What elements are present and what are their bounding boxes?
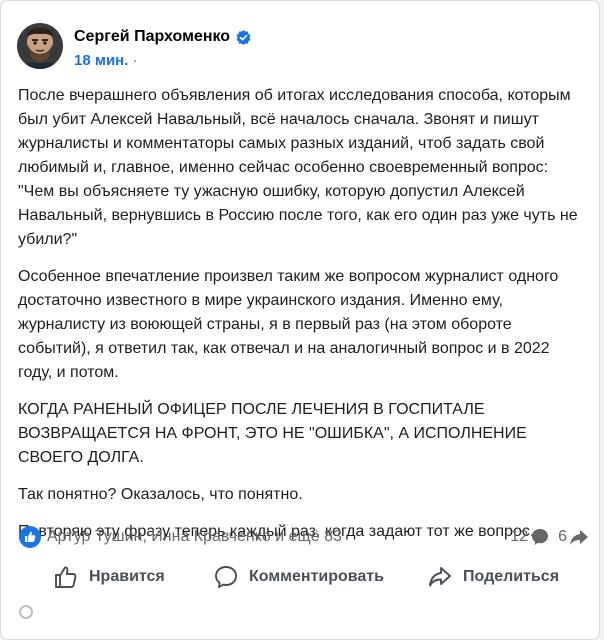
share-label: Поделиться bbox=[463, 568, 560, 585]
post-paragraph: КОГДА РАНЕНЫЙ ОФИЦЕР ПОСЛЕ ЛЕЧЕНИЯ В ГОС… bbox=[18, 401, 527, 466]
post-body: После вчерашнего объявления об итогах ис… bbox=[18, 84, 588, 557]
post-paragraph: Так понятно? Оказалось, что понятно. bbox=[18, 486, 303, 503]
post-paragraph: После вчерашнего объявления об итогах ис… bbox=[18, 87, 578, 248]
post-header: Сергей Пархоменко 18 мин. · bbox=[17, 23, 577, 73]
speech-bubble-icon bbox=[215, 566, 237, 588]
comments-count: 12 bbox=[510, 528, 529, 545]
shares-count-group[interactable]: 6 bbox=[558, 527, 589, 547]
reactions-bar: Артур Тушин, Инна Кравченко и ещё 83 12 … bbox=[19, 524, 589, 550]
meta-separator: · bbox=[132, 52, 138, 69]
comment-label: Комментировать bbox=[249, 568, 384, 585]
like-label: Нравится bbox=[89, 568, 165, 585]
comment-bubble-icon bbox=[532, 529, 549, 545]
comments-count-group[interactable]: 12 bbox=[510, 527, 550, 547]
engagement-counts: 12 6 bbox=[510, 524, 589, 550]
verified-badge-icon bbox=[236, 29, 251, 45]
forward-arrow-icon bbox=[429, 567, 451, 587]
author-name-row: Сергей Пархоменко bbox=[74, 28, 251, 46]
shares-count: 6 bbox=[558, 528, 567, 545]
author-name[interactable]: Сергей Пархоменко bbox=[74, 28, 230, 46]
post-paragraph: Особенное впечатление произвел таким же … bbox=[18, 268, 559, 381]
post-meta: 18 мин. · bbox=[74, 52, 137, 69]
post-time[interactable]: 18 мин. bbox=[74, 52, 128, 69]
thumbs-up-icon bbox=[55, 566, 77, 588]
reactors-list[interactable]: Артур Тушин, Инна Кравченко и ещё 83 bbox=[47, 528, 342, 546]
like-button[interactable]: Нравится bbox=[53, 557, 165, 597]
share-arrow-icon bbox=[570, 530, 588, 545]
comment-button[interactable]: Комментировать bbox=[213, 557, 384, 597]
post-card: Сергей Пархоменко 18 мин. · После вчераш… bbox=[0, 0, 600, 640]
action-bar: Нравится Комментировать Поделиться bbox=[1, 557, 601, 597]
comment-avatar bbox=[19, 605, 33, 619]
share-button[interactable]: Поделиться bbox=[427, 557, 559, 597]
author-avatar[interactable] bbox=[17, 23, 63, 69]
like-reaction-icon[interactable] bbox=[19, 526, 41, 548]
